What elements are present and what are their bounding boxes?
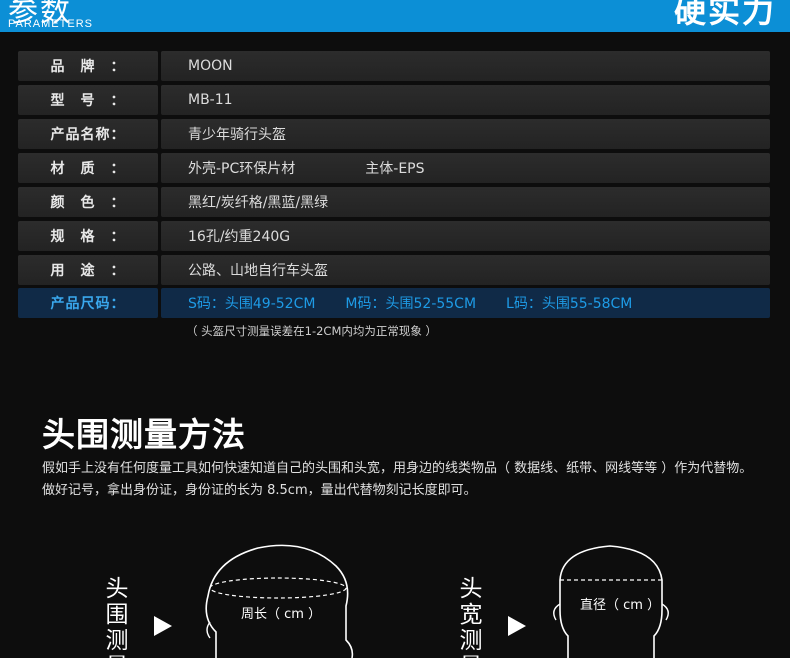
spec-value: 公路、山地自行车头盔 — [161, 255, 770, 285]
size-l: L码：头围55-58CM — [506, 296, 633, 312]
header-bar — [0, 0, 790, 32]
spec-row-material: 材 质 ： 外壳-PC环保片材 主体-EPS — [18, 153, 770, 183]
spec-label: 品 牌 ： — [18, 51, 158, 81]
spec-value: 青少年骑行头盔 — [161, 119, 770, 149]
arrow-right-icon — [154, 616, 172, 636]
section-description: 假如手上没有任何度量工具如何快速知道自己的头围和头宽，用身边的线类物品（ 数据线… — [42, 461, 753, 498]
spec-value: 16孔/约重240G — [161, 221, 770, 251]
spec-value-text: 外壳-PC环保片材 — [188, 161, 296, 177]
arrow-right-icon — [508, 616, 526, 636]
head-side-diagram — [205, 544, 354, 658]
vertical-label-head-circumference: 头围测量 — [105, 576, 129, 658]
spec-row-spec: 规 格 ： 16孔/约重240G — [18, 221, 770, 251]
spec-label: 产品尺码： — [18, 288, 158, 318]
vertical-label-head-width: 头宽测量 — [459, 576, 483, 658]
spec-row-color: 颜 色 ： 黑红/炭纤格/黑蓝/黑绿 — [18, 187, 770, 217]
spec-value: S码：头围49-52CM M码：头围52-55CM L码：头围55-58CM — [161, 288, 770, 318]
spec-value: MOON — [161, 51, 770, 81]
header-subtitle: PARAMETERS — [8, 18, 93, 30]
spec-row-product-name: 产品名称： 青少年骑行头盔 — [18, 119, 770, 149]
spec-value-text: 青少年骑行头盔 — [188, 127, 286, 143]
size-s: S码：头围49-52CM — [188, 296, 316, 312]
spec-label: 材 质 ： — [18, 153, 158, 183]
header-right-title: 硬实力 — [673, 0, 776, 30]
spec-value-text: 16孔/约重240G — [188, 229, 291, 245]
spec-value: MB-11 — [161, 85, 770, 115]
spec-label: 产品名称： — [18, 119, 158, 149]
spec-value-text: MOON — [188, 58, 233, 74]
size-m: M码：头围52-55CM — [345, 296, 477, 312]
spec-value: 黑红/炭纤格/黑蓝/黑绿 — [161, 187, 770, 217]
head-circumference-caption: 周长（ cm ） — [241, 607, 322, 622]
spec-row-brand: 品 牌 ： MOON — [18, 51, 770, 81]
spec-row-size: 产品尺码： S码：头围49-52CM M码：头围52-55CM L码：头围55-… — [18, 288, 770, 318]
spec-row-usage: 用 途 ： 公路、山地自行车头盔 — [18, 255, 770, 285]
spec-label: 规 格 ： — [18, 221, 158, 251]
spec-label: 型 号 ： — [18, 85, 158, 115]
size-note: （ 头盔尺寸测量误差在1-2CM内均为正常现象 ） — [186, 324, 438, 338]
spec-value-text-2: 主体-EPS — [365, 161, 425, 177]
spec-value-text: 公路、山地自行车头盔 — [188, 263, 328, 279]
spec-label: 颜 色 ： — [18, 187, 158, 217]
spec-value: 外壳-PC环保片材 主体-EPS — [161, 153, 770, 183]
head-width-caption: 直径（ cm ） — [580, 598, 661, 613]
spec-value-text: MB-11 — [188, 92, 233, 108]
spec-row-model: 型 号 ： MB-11 — [18, 85, 770, 115]
spec-label: 用 途 ： — [18, 255, 158, 285]
section-title: 头围测量方法 — [42, 415, 246, 454]
spec-value-text: 黑红/炭纤格/黑蓝/黑绿 — [188, 195, 329, 211]
